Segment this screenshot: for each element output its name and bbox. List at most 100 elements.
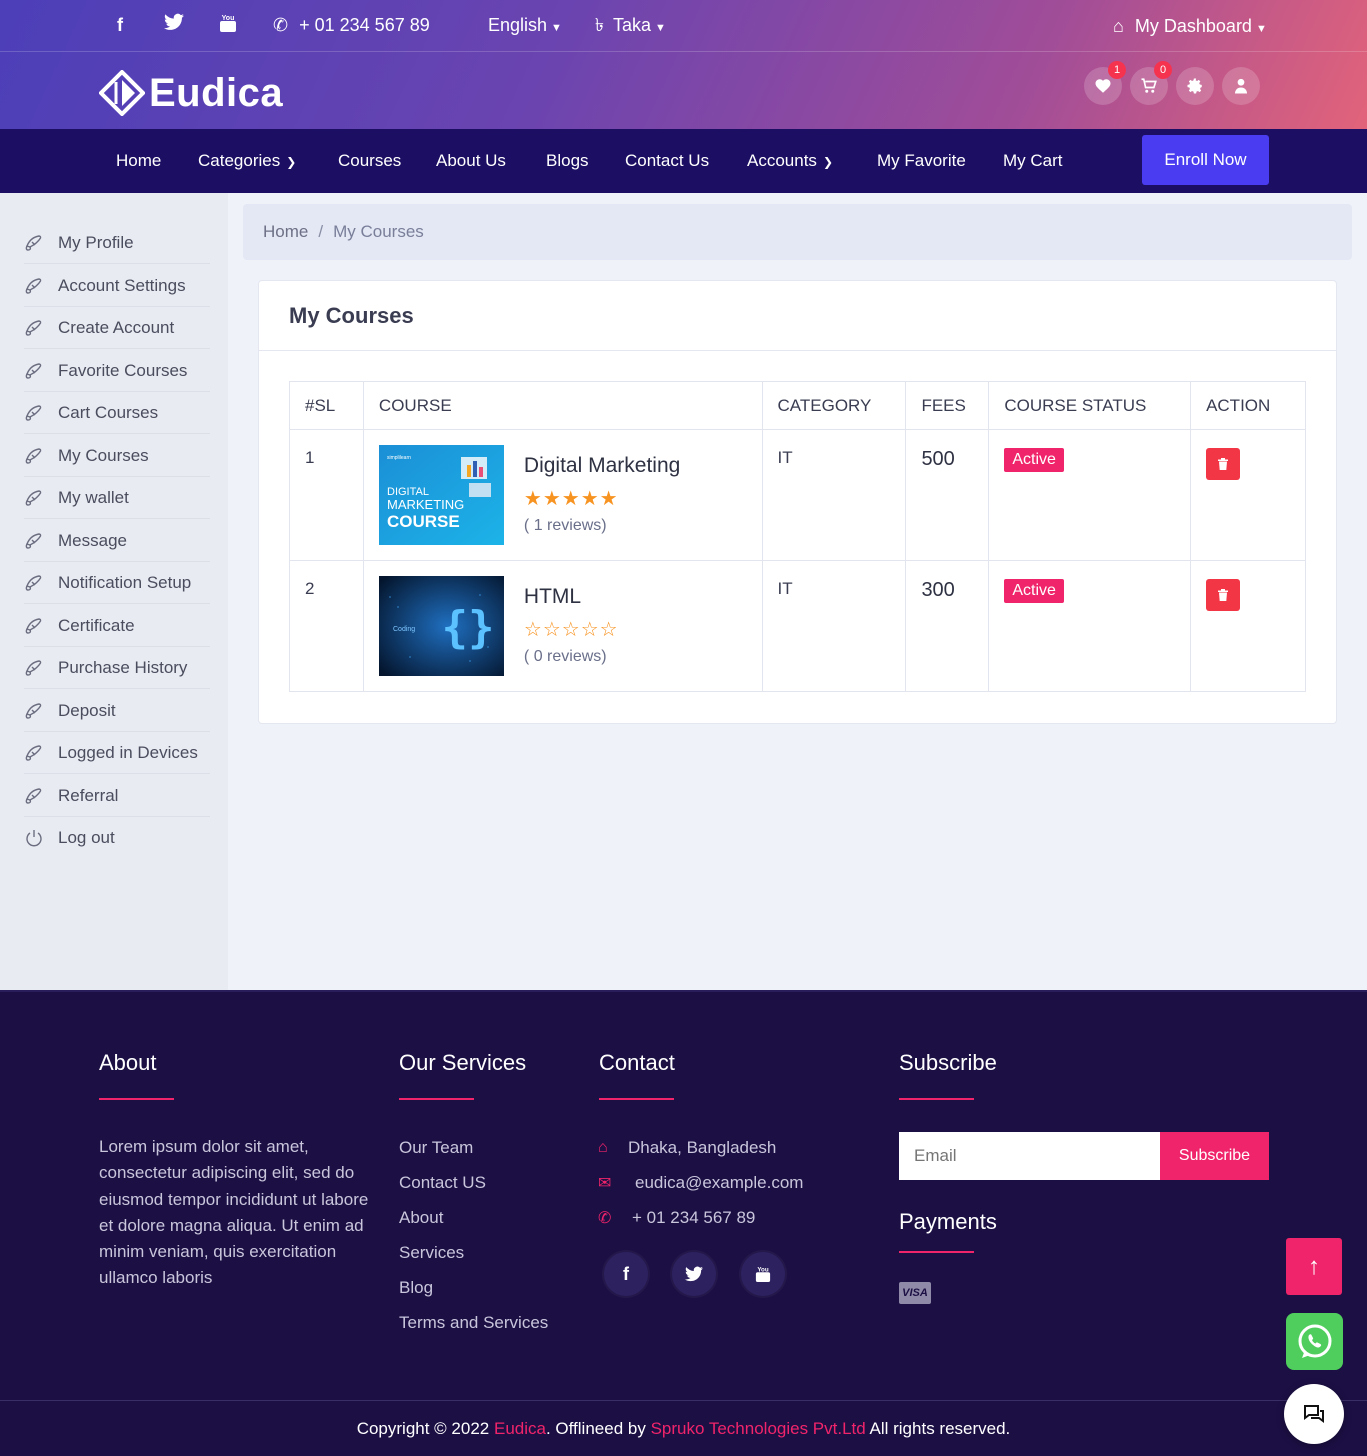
subscribe-button[interactable]: Subscribe xyxy=(1160,1132,1269,1180)
settings-button[interactable] xyxy=(1176,67,1214,105)
nav-accounts[interactable]: Accounts ❯ xyxy=(747,150,833,173)
nav-contact-us[interactable]: Contact Us xyxy=(625,150,709,172)
brand-logo[interactable]: Eudica xyxy=(99,68,283,118)
course-name[interactable]: Digital Marketing xyxy=(524,454,680,478)
breadcrumb: Home / My Courses xyxy=(243,204,1352,260)
sidebar-item-deposit[interactable]: Deposit xyxy=(24,690,210,732)
row-sl: 2 xyxy=(289,560,364,692)
heart-icon xyxy=(1095,79,1111,93)
twitter-icon[interactable] xyxy=(164,13,184,37)
delete-button[interactable] xyxy=(1206,448,1241,480)
footer-link-about[interactable]: About xyxy=(399,1208,443,1228)
nav-categories[interactable]: Categories ❯ xyxy=(198,150,296,173)
enroll-now-button[interactable]: Enroll Now xyxy=(1142,135,1269,185)
sidebar-item-message[interactable]: Message xyxy=(24,520,210,562)
sidebar-item-log-out[interactable]: Log out xyxy=(24,817,210,859)
footer-youtube-icon[interactable]: You xyxy=(741,1252,785,1296)
nav-my-favorite[interactable]: My Favorite xyxy=(877,150,966,172)
review-count: ( 1 reviews) xyxy=(523,517,607,534)
taka-icon: ৳ xyxy=(595,15,604,35)
back-to-top-button[interactable]: ↑ xyxy=(1286,1238,1342,1295)
contact-phone[interactable]: ✆ + 01 234 567 89 xyxy=(598,1208,755,1228)
subscribe-email-input[interactable] xyxy=(899,1132,1160,1180)
digital-marketing-thumbnail[interactable]: simplilearn DIGITAL MARKETING COURSE xyxy=(378,445,504,545)
sidebar-item-label: Referral xyxy=(58,785,119,805)
trash-icon xyxy=(1218,458,1229,470)
power-icon xyxy=(24,828,44,848)
brush-icon xyxy=(24,616,44,636)
nav-courses[interactable]: Courses xyxy=(338,150,401,172)
fee-value: 300 xyxy=(921,579,955,601)
trash-icon xyxy=(1218,589,1229,601)
sidebar-item-referral[interactable]: Referral xyxy=(24,775,210,817)
nav-home[interactable]: Home xyxy=(116,150,161,172)
svg-text:You: You xyxy=(757,1266,768,1273)
cart-button[interactable]: 0 xyxy=(1130,61,1172,105)
sidebar-item-purchase-history[interactable]: Purchase History xyxy=(24,647,210,689)
copyright-brand-link[interactable]: Eudica xyxy=(494,1419,546,1438)
sidebar-item-label: Account Settings xyxy=(58,275,186,295)
nav-accounts-label: Accounts xyxy=(747,151,817,170)
col-category: CATEGORY xyxy=(761,381,907,430)
footer-link-services[interactable]: Services xyxy=(399,1243,464,1263)
currency-dropdown[interactable]: ৳ Taka ▼ xyxy=(595,13,666,40)
envelope-icon: ✉ xyxy=(598,1175,612,1192)
chat-button[interactable] xyxy=(1284,1384,1344,1444)
brush-icon xyxy=(24,743,44,763)
col-sl: #SL xyxy=(289,381,364,430)
nav-about-us[interactable]: About Us xyxy=(436,150,506,172)
footer-payments: Payments xyxy=(899,1209,997,1253)
breadcrumb-home[interactable]: Home xyxy=(263,222,308,242)
sidebar-item-label: Message xyxy=(58,530,127,550)
course-name[interactable]: HTML xyxy=(524,585,619,609)
whatsapp-button[interactable] xyxy=(1286,1313,1343,1370)
nav-blogs[interactable]: Blogs xyxy=(546,150,589,172)
nav-my-cart[interactable]: My Cart xyxy=(1003,150,1063,172)
user-button[interactable] xyxy=(1222,67,1260,105)
copyright-suffix: All rights reserved. xyxy=(865,1419,1011,1438)
brush-icon xyxy=(24,658,44,678)
html-thumbnail[interactable]: {} Coding xyxy=(378,576,504,676)
top-bar: f You ✆ + 01 234 567 89 English ▼ ৳ Taka ▼… xyxy=(0,0,1367,52)
sidebar-item-certificate[interactable]: Certificate xyxy=(24,605,210,647)
language-dropdown[interactable]: English ▼ xyxy=(488,13,562,40)
sidebar-item-create-account[interactable]: Create Account xyxy=(24,307,210,349)
caret-down-icon: ▼ xyxy=(551,22,562,34)
footer-link-terms[interactable]: Terms and Services xyxy=(399,1313,548,1333)
footer-services: Our Services xyxy=(399,1050,526,1100)
youtube-icon[interactable]: You xyxy=(219,13,237,39)
sidebar-item-cart-courses[interactable]: Cart Courses xyxy=(24,392,210,434)
col-status: COURSE STATUS xyxy=(988,381,1192,430)
breadcrumb-separator: / xyxy=(318,222,324,241)
footer-facebook-icon[interactable]: f xyxy=(604,1252,648,1296)
home-icon: ⌂ xyxy=(598,1139,608,1156)
sidebar-item-favorite-courses[interactable]: Favorite Courses xyxy=(24,350,210,392)
cart-badge: 0 xyxy=(1154,61,1172,79)
sidebar-item-my-profile[interactable]: My Profile xyxy=(24,222,210,264)
sidebar-item-account-settings[interactable]: Account Settings xyxy=(24,265,210,307)
footer-link-our-team[interactable]: Our Team xyxy=(399,1138,473,1158)
phone-contact[interactable]: ✆ + 01 234 567 89 xyxy=(273,13,430,37)
facebook-icon[interactable]: f xyxy=(117,13,123,37)
chat-icon xyxy=(1304,1405,1324,1423)
footer-link-contact-us[interactable]: Contact US xyxy=(399,1173,486,1193)
footer-twitter-icon[interactable] xyxy=(672,1252,716,1296)
title-underline xyxy=(899,1251,974,1253)
footer-payments-title: Payments xyxy=(899,1209,997,1234)
sidebar-item-notification-setup[interactable]: Notification Setup xyxy=(24,562,210,604)
copyright-prefix: Copyright © 2022 xyxy=(356,1419,494,1438)
sidebar-item-logged-in-devices[interactable]: Logged in Devices xyxy=(24,732,210,774)
logo-icon xyxy=(99,70,145,116)
copyright-company-link[interactable]: Spruko Technologies Pvt.Ltd xyxy=(651,1419,866,1438)
dashboard-label: My Dashboard xyxy=(1134,16,1252,36)
user-icon xyxy=(1235,78,1247,94)
delete-button[interactable] xyxy=(1206,579,1241,611)
footer-link-blog[interactable]: Blog xyxy=(399,1278,433,1298)
contact-email[interactable]: ✉ eudica@example.com xyxy=(598,1173,803,1193)
sidebar-item-my-courses[interactable]: My Courses xyxy=(24,435,210,477)
dashboard-dropdown[interactable]: ⌂ My Dashboard ▼ xyxy=(1113,14,1267,41)
footer-services-title: Our Services xyxy=(399,1050,527,1075)
row-fees: 500 xyxy=(905,429,990,561)
sidebar-item-my-wallet[interactable]: My wallet xyxy=(24,477,210,519)
favorites-button[interactable]: 1 xyxy=(1084,61,1126,105)
